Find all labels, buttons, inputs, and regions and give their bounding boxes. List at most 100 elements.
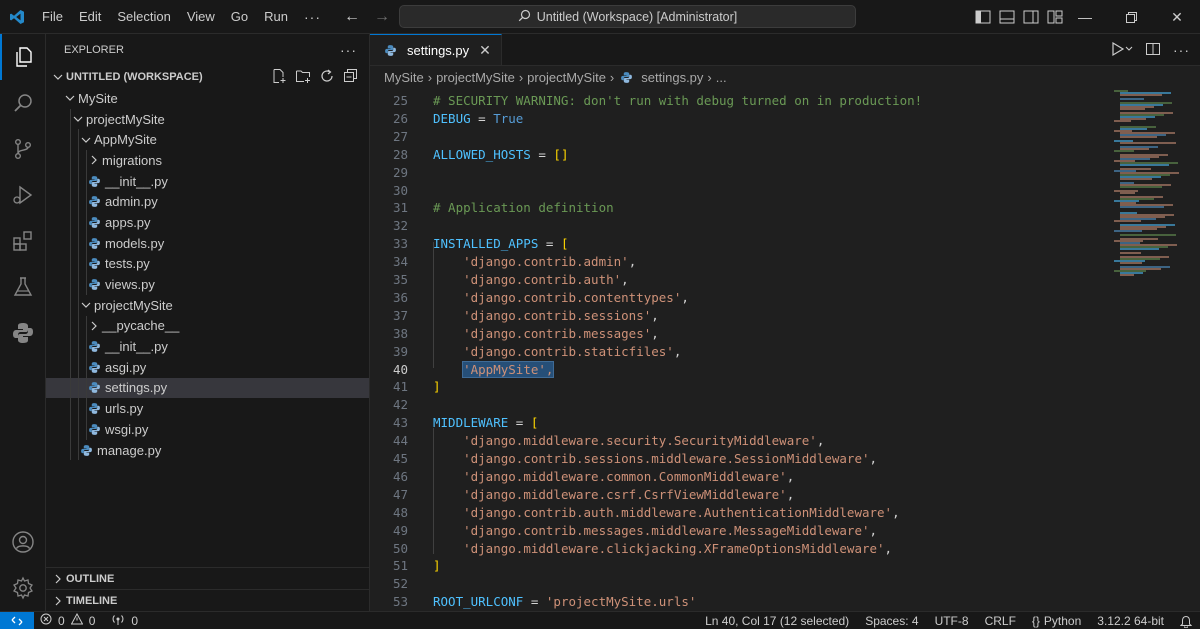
run-python-file-icon[interactable] — [1111, 41, 1133, 60]
code-line[interactable]: 36 'django.contrib.contenttypes', — [370, 289, 1130, 307]
code-line[interactable]: 47 'django.middleware.csrf.CsrfViewMiddl… — [370, 486, 1130, 504]
code-line[interactable]: 25 # SECURITY WARNING: don't run with deb… — [370, 92, 1130, 110]
code-line[interactable]: 52 — [370, 575, 1130, 593]
tab-settings-py[interactable]: settings.py ✕ — [370, 34, 502, 65]
end-of-line[interactable]: CRLF — [977, 614, 1024, 628]
extensions-icon[interactable] — [0, 218, 46, 264]
breadcrumb-item[interactable]: MySite — [384, 70, 424, 85]
run-debug-icon[interactable] — [0, 172, 46, 218]
tree-file-item[interactable]: settings.py — [46, 377, 369, 399]
status-problems[interactable]: 0 0 0 — [34, 612, 138, 628]
code-line[interactable]: 50 'django.middleware.clickjacking.XFram… — [370, 540, 1130, 558]
tree-file-item[interactable]: admin.py — [46, 191, 369, 213]
python-icon[interactable] — [0, 310, 46, 356]
tree-folder-item[interactable]: __pycache__ — [46, 315, 369, 337]
code-line[interactable]: 32 — [370, 217, 1130, 235]
tree-folder-item[interactable]: projectMySite — [46, 108, 369, 130]
code-line[interactable]: 30 — [370, 182, 1130, 200]
cursor-position[interactable]: Ln 40, Col 17 (12 selected) — [697, 614, 857, 628]
toggle-panel-icon[interactable] — [999, 10, 1015, 24]
code-line[interactable]: 40 'AppMySite', — [370, 360, 1130, 379]
source-control-icon[interactable] — [0, 126, 46, 172]
forward-arrow-icon[interactable]: → — [374, 8, 390, 26]
notifications-bell-icon[interactable] — [1172, 615, 1200, 628]
menu-view[interactable]: View — [179, 0, 223, 34]
code-line[interactable]: 46 'django.middleware.common.CommonMiddl… — [370, 468, 1130, 486]
code-line[interactable]: 28 ALLOWED_HOSTS = [] — [370, 146, 1130, 164]
code-line[interactable]: 31 # Application definition — [370, 199, 1130, 217]
breadcrumb-item[interactable]: projectMySite — [436, 70, 515, 85]
minimap[interactable] — [1114, 90, 1186, 290]
explorer-icon[interactable] — [0, 34, 46, 80]
new-folder-icon[interactable] — [295, 68, 311, 87]
code-line[interactable]: 34 'django.contrib.admin', — [370, 253, 1130, 271]
minimize-icon[interactable]: — — [1062, 0, 1108, 34]
breadcrumb-item[interactable]: settings.py — [641, 70, 703, 85]
menu-go[interactable]: Go — [223, 0, 256, 34]
code-line[interactable]: 37 'django.contrib.sessions', — [370, 307, 1130, 325]
code-line[interactable]: 39 'django.contrib.staticfiles', — [370, 343, 1130, 361]
breadcrumb-item[interactable]: ... — [716, 70, 727, 85]
code-line[interactable]: 48 'django.contrib.auth.middleware.Authe… — [370, 504, 1130, 522]
close-window-icon[interactable]: ✕ — [1154, 0, 1200, 34]
menu-edit[interactable]: Edit — [71, 0, 109, 34]
menu-selection[interactable]: Selection — [109, 0, 178, 34]
tree-file-item[interactable]: views.py — [46, 274, 369, 295]
back-arrow-icon[interactable]: ← — [344, 8, 360, 26]
tree-folder-item[interactable]: migrations — [46, 150, 369, 171]
tree-folder-item[interactable]: MySite — [46, 88, 369, 109]
indentation[interactable]: Spaces: 4 — [857, 614, 926, 628]
code-line[interactable]: 38 'django.contrib.messages', — [370, 325, 1130, 343]
tree-file-item[interactable]: wsgi.py — [46, 419, 369, 440]
code-line[interactable]: 42 — [370, 396, 1130, 414]
code-line[interactable]: 33 INSTALLED_APPS = [ — [370, 235, 1130, 253]
restore-icon[interactable] — [1108, 0, 1154, 34]
new-file-icon[interactable] — [271, 68, 287, 87]
tree-file-item[interactable]: __init__.py — [46, 170, 369, 192]
breadcrumb-item[interactable]: projectMySite — [527, 70, 606, 85]
tree-file-item[interactable]: apps.py — [46, 212, 369, 233]
toggle-primary-sidebar-icon[interactable] — [975, 10, 991, 24]
code-line[interactable]: 27 — [370, 128, 1130, 146]
workspace-section-header[interactable]: UNTITLED (WORKSPACE) — [46, 66, 369, 88]
code-line[interactable]: 44 'django.middleware.security.SecurityM… — [370, 432, 1130, 450]
customize-layout-icon[interactable] — [1047, 10, 1063, 24]
split-editor-icon[interactable] — [1145, 41, 1161, 60]
code-line[interactable]: 49 'django.contrib.messages.middleware.M… — [370, 522, 1130, 540]
accounts-icon[interactable] — [0, 519, 46, 565]
refresh-icon[interactable] — [319, 68, 335, 87]
explorer-more-actions-icon[interactable]: ··· — [340, 42, 357, 58]
tree-file-item[interactable]: models.py — [46, 232, 369, 254]
tree-folder-item[interactable]: AppMySite — [46, 129, 369, 151]
menu-run[interactable]: Run — [256, 0, 296, 34]
timeline-section-header[interactable]: TIMELINE — [46, 589, 370, 611]
settings-gear-icon[interactable] — [0, 565, 46, 611]
code-line[interactable]: 51] — [370, 557, 1130, 575]
more-menu-icon[interactable]: ··· — [296, 9, 329, 25]
code-line[interactable]: 43 MIDDLEWARE = [ — [370, 414, 1130, 432]
tree-folder-item[interactable]: projectMySite — [46, 294, 369, 316]
tree-file-item[interactable]: urls.py — [46, 398, 369, 419]
code-line[interactable]: 41] — [370, 378, 1130, 396]
code-line[interactable]: 53 ROOT_URLCONF = 'projectMySite.urls' — [370, 593, 1130, 611]
remote-indicator-icon[interactable] — [0, 611, 34, 629]
code-line[interactable]: 29 — [370, 164, 1130, 182]
python-interpreter[interactable]: 3.12.2 64-bit — [1089, 614, 1172, 628]
code-line[interactable]: 45 'django.contrib.sessions.middleware.S… — [370, 450, 1130, 468]
tree-file-item[interactable]: manage.py — [46, 439, 369, 461]
tree-file-item[interactable]: __init__.py — [46, 336, 369, 357]
search-view-icon[interactable] — [0, 80, 46, 126]
code-line[interactable]: 26 DEBUG = True — [370, 110, 1130, 128]
code-editor[interactable]: 25 # SECURITY WARNING: don't run with deb… — [370, 90, 1200, 611]
command-center[interactable]: Untitled (Workspace) [Administrator] — [399, 5, 856, 28]
collapse-all-icon[interactable] — [343, 68, 359, 87]
tree-file-item[interactable]: asgi.py — [46, 356, 369, 378]
toggle-secondary-sidebar-icon[interactable] — [1023, 10, 1039, 24]
vertical-scrollbar[interactable] — [1186, 90, 1200, 611]
language-mode[interactable]: {} Python — [1024, 614, 1089, 628]
code-line[interactable]: 35 'django.contrib.auth', — [370, 271, 1130, 289]
encoding[interactable]: UTF-8 — [927, 614, 977, 628]
close-tab-icon[interactable]: ✕ — [479, 42, 491, 59]
outline-section-header[interactable]: OUTLINE — [46, 567, 370, 589]
menu-file[interactable]: File — [34, 0, 71, 34]
